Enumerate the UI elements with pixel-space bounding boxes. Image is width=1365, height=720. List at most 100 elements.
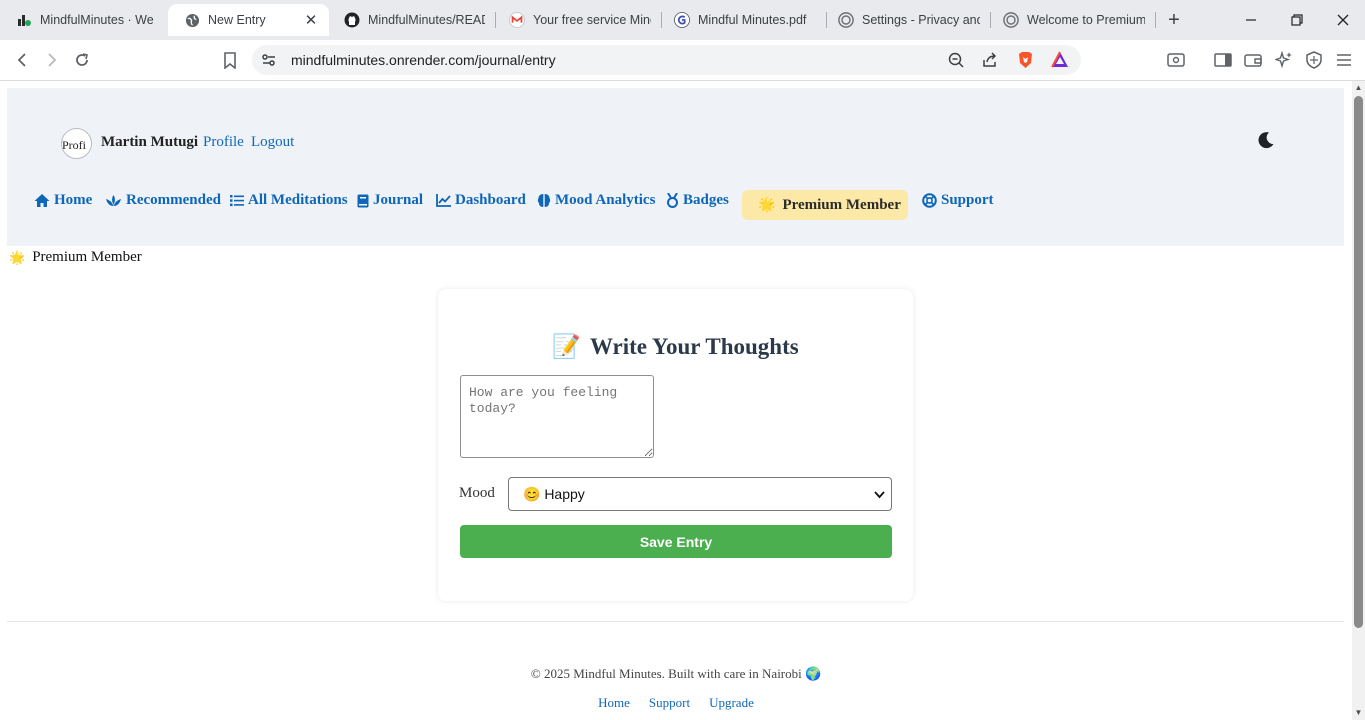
back-arrow-icon[interactable] bbox=[10, 48, 34, 72]
glowing-star-icon: 🌟 bbox=[9, 249, 26, 265]
close-window-icon[interactable] bbox=[1331, 8, 1355, 32]
mood-label: Mood bbox=[459, 485, 495, 501]
avatar[interactable]: Profi bbox=[61, 128, 92, 159]
zoom-out-icon[interactable] bbox=[948, 52, 964, 73]
browser-toolbar: mindfulminutes.onrender.com/journal/entr… bbox=[0, 40, 1365, 81]
journal-entry-card: 📝 Write Your Thoughts Mood 😊 Happy Save … bbox=[438, 289, 913, 601]
username: Martin Mutugi bbox=[101, 134, 199, 150]
list-icon bbox=[230, 195, 244, 207]
nav-item-label: Support bbox=[941, 192, 994, 208]
tab-title: Welcome to Premium bbox=[1027, 13, 1145, 27]
tab-close-icon[interactable]: ✕ bbox=[303, 11, 319, 29]
tab-title: New Entry bbox=[208, 13, 266, 27]
browser-tab[interactable]: MindfulMinutes/READ bbox=[328, 5, 495, 35]
restore-icon[interactable] bbox=[1285, 8, 1309, 32]
menu-hamburger-icon[interactable] bbox=[1332, 48, 1356, 72]
brain-icon bbox=[537, 194, 551, 207]
glowing-star-icon: 🌟 bbox=[758, 197, 776, 213]
medal-icon bbox=[667, 193, 678, 208]
tab-separator bbox=[1155, 12, 1156, 28]
url-text: mindfulminutes.onrender.com/journal/entr… bbox=[291, 52, 556, 68]
nav-item-mood-analytics[interactable]: Mood Analytics bbox=[537, 192, 655, 209]
premium-member-button[interactable]: 🌟 Premium Member bbox=[742, 190, 908, 220]
site-settings-icon[interactable] bbox=[261, 52, 277, 73]
premium-status-text: Premium Member bbox=[32, 249, 142, 265]
home-icon bbox=[34, 194, 50, 207]
site-header: Profi Martin Mutugi Profile Logout Home … bbox=[7, 88, 1344, 246]
page-title-text: Write Your Thoughts bbox=[589, 333, 799, 359]
premium-status: 🌟 Premium Member bbox=[9, 249, 142, 266]
nav-item-label: Recommended bbox=[126, 192, 221, 208]
footer-copyright: © 2025 Mindful Minutes. Built with care … bbox=[530, 666, 822, 681]
address-bar[interactable]: mindfulminutes.onrender.com/journal/entr… bbox=[252, 45, 1081, 75]
moon-icon[interactable] bbox=[1257, 131, 1277, 151]
page-title: 📝 Write Your Thoughts bbox=[438, 333, 913, 360]
nav-item-label: Badges bbox=[683, 192, 729, 208]
lotus-icon bbox=[106, 194, 121, 206]
gmail-icon bbox=[509, 12, 525, 28]
scrollbar-thumb[interactable] bbox=[1354, 96, 1363, 628]
reader-mode-icon[interactable] bbox=[1164, 48, 1188, 72]
page-viewport: Profi Martin Mutugi Profile Logout Home … bbox=[0, 81, 1352, 720]
browser-tabstrip: MindfulMinutes · We New Entry ✕ MindfulM… bbox=[0, 0, 1365, 40]
browser-tab-active[interactable]: New Entry ✕ bbox=[168, 4, 329, 36]
nav-item-dashboard[interactable]: Dashboard bbox=[436, 192, 526, 209]
memo-icon: 📝 bbox=[552, 334, 581, 359]
brave-rewards-icon[interactable] bbox=[1051, 51, 1069, 73]
scroll-down-arrow-icon[interactable]: ▼ bbox=[1354, 709, 1363, 717]
pdf-icon bbox=[674, 12, 690, 28]
nav-item-badges[interactable]: Badges bbox=[666, 192, 729, 209]
forward-arrow-icon[interactable] bbox=[40, 48, 64, 72]
vpn-shield-icon[interactable] bbox=[1302, 48, 1326, 72]
browser-tab[interactable]: Your free service Minc bbox=[493, 5, 661, 35]
brave-shield-icon[interactable] bbox=[1017, 51, 1034, 74]
page-scrollbar[interactable]: ▲ ▼ bbox=[1352, 81, 1365, 720]
sidebar-toggle-icon[interactable] bbox=[1211, 48, 1235, 72]
tab-title: MindfulMinutes · We bbox=[40, 13, 154, 27]
nav-item-support[interactable]: Support bbox=[922, 192, 994, 209]
browser-tab[interactable]: MindfulMinutes · We bbox=[0, 5, 166, 35]
save-entry-button[interactable]: Save Entry bbox=[460, 525, 892, 558]
new-tab-plus-icon[interactable]: + bbox=[1164, 10, 1184, 30]
openai-icon bbox=[1003, 12, 1019, 28]
profile-link[interactable]: Profile bbox=[203, 134, 244, 151]
browser-tab[interactable]: Welcome to Premium bbox=[987, 5, 1155, 35]
bookmark-icon[interactable] bbox=[218, 48, 242, 72]
mindfulminutes-favicon bbox=[16, 12, 32, 28]
tab-title: MindfulMinutes/READ bbox=[368, 13, 485, 27]
mood-select[interactable]: 😊 Happy bbox=[508, 477, 892, 511]
nav-item-label: Home bbox=[54, 192, 93, 208]
reload-icon[interactable] bbox=[70, 48, 94, 72]
globe-icon bbox=[184, 12, 200, 28]
tab-title: Your free service Minc bbox=[533, 13, 651, 27]
book-icon bbox=[357, 194, 369, 207]
footer-link-support[interactable]: Support bbox=[649, 695, 690, 711]
footer-divider bbox=[7, 621, 1344, 622]
line-chart-icon bbox=[436, 194, 451, 207]
wallet-icon[interactable] bbox=[1241, 48, 1265, 72]
premium-member-label: Premium Member bbox=[782, 196, 901, 213]
scroll-up-arrow-icon[interactable]: ▲ bbox=[1354, 84, 1363, 92]
tab-title: Settings - Privacy and bbox=[862, 13, 980, 27]
nav-item-all-meditations[interactable]: All Meditations bbox=[230, 192, 348, 209]
nav-item-label: All Meditations bbox=[248, 192, 348, 208]
footer-link-home[interactable]: Home bbox=[598, 695, 630, 711]
journal-textarea[interactable] bbox=[460, 375, 654, 458]
nav-item-recommended[interactable]: Recommended bbox=[105, 192, 221, 209]
nav-item-journal[interactable]: Journal bbox=[357, 192, 423, 209]
footer-links: Home Support Upgrade bbox=[0, 695, 1352, 711]
avatar-alt-text: Profi bbox=[62, 138, 86, 152]
lifebuoy-icon bbox=[922, 193, 937, 208]
footer-link-upgrade[interactable]: Upgrade bbox=[709, 695, 754, 711]
openai-icon bbox=[838, 12, 854, 28]
github-icon bbox=[344, 12, 360, 28]
share-icon[interactable] bbox=[982, 52, 998, 73]
nav-item-home[interactable]: Home bbox=[34, 192, 92, 209]
minimize-icon[interactable] bbox=[1239, 8, 1263, 32]
browser-tab[interactable]: Mindful Minutes.pdf bbox=[658, 5, 826, 35]
leo-ai-icon[interactable] bbox=[1272, 48, 1296, 72]
tab-title: Mindful Minutes.pdf bbox=[698, 13, 807, 27]
browser-tab[interactable]: Settings - Privacy and bbox=[822, 5, 990, 35]
logout-link[interactable]: Logout bbox=[251, 134, 294, 151]
chevron-down-icon bbox=[874, 491, 885, 499]
